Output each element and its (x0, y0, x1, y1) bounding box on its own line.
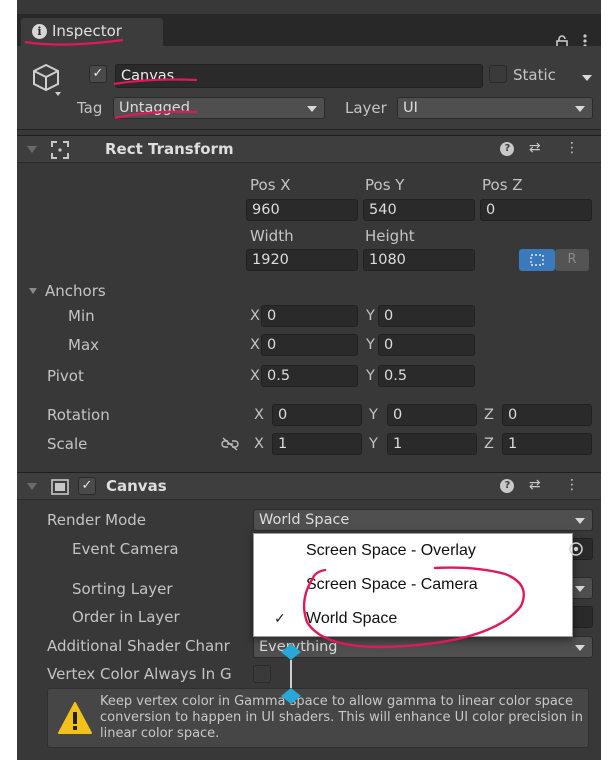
kebab-menu-icon[interactable]: ⋮ (565, 477, 589, 493)
pivot-x-axis-label: X (250, 368, 260, 384)
sorting-layer-label: Sorting Layer (72, 580, 173, 598)
width-field[interactable]: 1920 (246, 249, 358, 271)
pos-x-label: Pos X (250, 176, 291, 194)
pos-y-label: Pos Y (365, 176, 405, 194)
static-dropdown-arrow-icon[interactable] (582, 75, 592, 81)
chevron-down-icon (575, 518, 585, 524)
min-y-axis-label: Y (366, 308, 375, 324)
fold-arrow-icon[interactable] (27, 483, 37, 490)
chevron-down-icon (307, 106, 317, 112)
layer-label: Layer (345, 99, 387, 117)
menu-option-label: Screen Space - Overlay (306, 542, 476, 559)
rotation-x-field[interactable]: 0 (272, 404, 362, 426)
anchors-fold-icon[interactable] (29, 288, 37, 294)
pos-z-field[interactable]: 0 (480, 199, 592, 221)
annotation-loop (302, 566, 525, 649)
pos-x-field[interactable]: 960 (246, 199, 358, 221)
rect-transform-header[interactable]: Rect Transform ? ⇄ ⋮ (17, 135, 601, 163)
component-actions: ? ⇄ ⋮ (500, 477, 589, 493)
fold-arrow-icon[interactable] (27, 146, 37, 153)
pivot-x-field[interactable]: 0.5 (261, 365, 358, 387)
rotation-y-axis-label: Y (369, 407, 378, 423)
inspector-panel: i Inspector ✓ Canvas Static Tag Untagged… (17, 0, 601, 760)
layer-dropdown[interactable]: UI (397, 97, 593, 119)
warning-icon (58, 702, 92, 734)
object-header: ✓ Canvas Static Tag Untagged Layer UI (17, 46, 601, 130)
pivot-y-field[interactable]: 0.5 (378, 365, 475, 387)
chevron-down-icon (575, 645, 585, 651)
raw-edit-button[interactable]: R (555, 249, 589, 271)
min-label: Min (68, 307, 95, 325)
pivot-y-axis-label: Y (366, 368, 375, 384)
checkmark-icon: ✓ (274, 610, 286, 626)
rect-transform-title: Rect Transform (105, 140, 234, 158)
vertex-color-checkbox[interactable] (253, 665, 271, 683)
static-checkbox[interactable] (489, 65, 507, 83)
max-x-field[interactable]: 0 (261, 334, 358, 356)
tag-label: Tag (77, 99, 103, 117)
scale-x-field[interactable]: 1 (272, 433, 362, 455)
annotation-underline-canvas (113, 78, 198, 86)
rotation-z-axis-label: Z (484, 407, 494, 423)
cube-icon (33, 63, 61, 96)
rotation-y-field[interactable]: 0 (387, 404, 477, 426)
event-camera-label: Event Camera (72, 540, 179, 558)
target-icon[interactable] (568, 541, 584, 557)
vertex-color-label: Vertex Color Always In G (47, 665, 232, 683)
active-checkbox[interactable]: ✓ (89, 65, 107, 83)
rotation-label: Rotation (47, 406, 110, 424)
render-mode-dropdown[interactable]: World Space (253, 509, 593, 531)
blueprint-mode-button[interactable] (519, 249, 555, 271)
rotation-x-axis-label: X (254, 407, 264, 423)
height-label: Height (365, 227, 415, 245)
max-y-axis-label: Y (366, 337, 375, 353)
additional-shader-label: Additional Shader Chanr (47, 637, 230, 655)
render-mode-label: Render Mode (47, 511, 147, 529)
max-label: Max (68, 336, 100, 354)
min-y-field[interactable]: 0 (378, 305, 475, 327)
min-x-axis-label: X (250, 308, 260, 324)
canvas-component-title: Canvas (106, 477, 167, 495)
anchors-label: Anchors (45, 282, 106, 300)
help-icon[interactable]: ? (500, 479, 515, 493)
kebab-menu-icon[interactable]: ⋮ (565, 140, 589, 156)
canvas-enabled-checkbox[interactable]: ✓ (78, 477, 96, 495)
max-y-field[interactable]: 0 (378, 334, 475, 356)
scale-label: Scale (47, 435, 88, 453)
scale-x-axis-label: X (254, 436, 264, 452)
help-icon[interactable]: ? (500, 142, 515, 156)
scale-y-field[interactable]: 1 (387, 433, 477, 455)
scale-y-axis-label: Y (369, 436, 378, 452)
annotation-underline-untagged (114, 110, 198, 120)
pos-z-label: Pos Z (482, 176, 523, 194)
rotation-z-field[interactable]: 0 (502, 404, 592, 426)
pivot-label: Pivot (47, 367, 84, 385)
static-label: Static (513, 66, 556, 84)
pos-y-field[interactable]: 540 (363, 199, 475, 221)
order-in-layer-label: Order in Layer (72, 608, 180, 626)
layer-value: UI (403, 100, 418, 116)
min-x-field[interactable]: 0 (261, 305, 358, 327)
scale-z-field[interactable]: 1 (502, 433, 592, 455)
blueprint-icon (530, 254, 544, 266)
rect-tool-icon (51, 141, 69, 159)
component-actions: ? ⇄ ⋮ (500, 140, 589, 156)
warning-text: Keep vertex color in Gamma space to allo… (100, 694, 583, 741)
warning-helpbox: Keep vertex color in Gamma space to allo… (47, 688, 589, 748)
preset-icon[interactable]: ⇄ (529, 477, 551, 493)
preset-icon[interactable]: ⇄ (529, 140, 551, 156)
chevron-down-icon (575, 106, 585, 112)
canvas-component-header[interactable]: ✓ Canvas ? ⇄ ⋮ (17, 472, 601, 500)
height-field[interactable]: 1080 (363, 249, 475, 271)
scale-z-axis-label: Z (484, 436, 494, 452)
chevron-down-icon (575, 586, 585, 592)
render-mode-value: World Space (259, 512, 350, 528)
max-x-axis-label: X (250, 337, 260, 353)
link-icon[interactable] (221, 437, 239, 451)
canvas-component-icon (51, 479, 69, 495)
width-label: Width (250, 227, 294, 245)
